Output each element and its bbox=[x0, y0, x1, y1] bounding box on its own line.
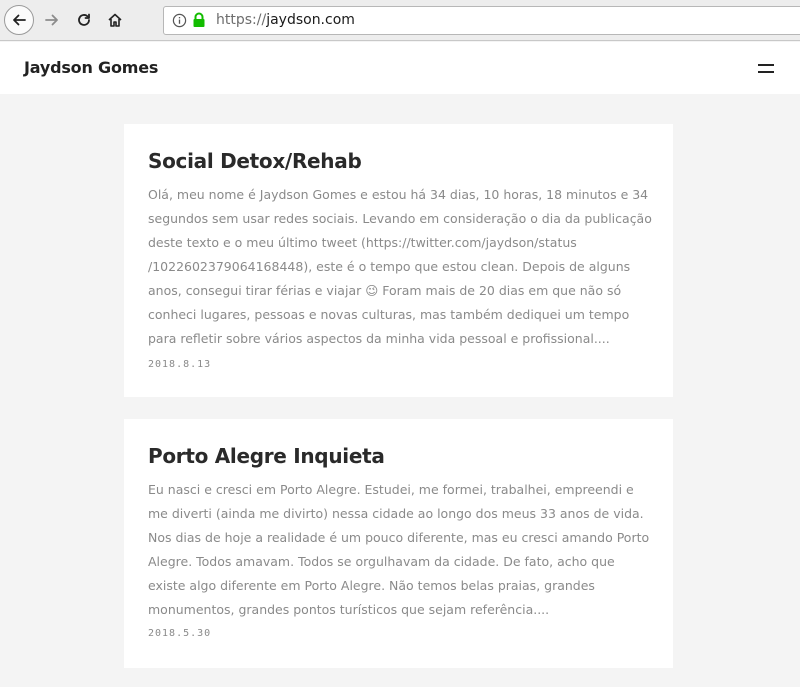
site-header: Jaydson Gomes bbox=[0, 42, 800, 94]
url-text: https://jaydson.com bbox=[216, 12, 355, 28]
post-card: Porto Alegre Inquieta Eu nasci e cresci … bbox=[124, 419, 673, 668]
url-prefix: https:// bbox=[216, 12, 267, 28]
url-domain: jaydson.com bbox=[266, 12, 355, 28]
arrow-left-icon bbox=[13, 14, 26, 26]
back-button[interactable] bbox=[4, 5, 34, 35]
post-excerpt: Eu nasci e cresci em Porto Alegre. Estud… bbox=[148, 482, 650, 617]
reload-icon bbox=[78, 13, 90, 26]
post-date: 2018.8.13 bbox=[148, 359, 212, 370]
home-icon bbox=[108, 13, 122, 27]
post-card: Social Detox/Rehab Olá, meu nome é Jayds… bbox=[124, 124, 673, 397]
url-bar[interactable]: https://jaydson.com bbox=[163, 6, 800, 35]
menu-line-bottom bbox=[758, 71, 774, 73]
arrow-right-icon bbox=[45, 14, 58, 26]
hamburger-menu-icon[interactable] bbox=[756, 62, 776, 76]
menu-line-top bbox=[758, 64, 774, 66]
post-title[interactable]: Porto Alegre Inquieta bbox=[148, 444, 385, 468]
info-icon[interactable] bbox=[172, 13, 187, 28]
browser-toolbar: https://jaydson.com bbox=[0, 0, 800, 41]
lock-icon bbox=[193, 12, 205, 27]
reload-button[interactable] bbox=[70, 6, 98, 34]
post-date: 2018.5.30 bbox=[148, 628, 212, 639]
site-title[interactable]: Jaydson Gomes bbox=[24, 58, 158, 77]
forward-button[interactable] bbox=[38, 6, 66, 34]
home-button[interactable] bbox=[101, 6, 129, 34]
post-title[interactable]: Social Detox/Rehab bbox=[148, 149, 362, 173]
post-excerpt: Olá, meu nome é Jaydson Gomes e estou há… bbox=[148, 187, 652, 346]
